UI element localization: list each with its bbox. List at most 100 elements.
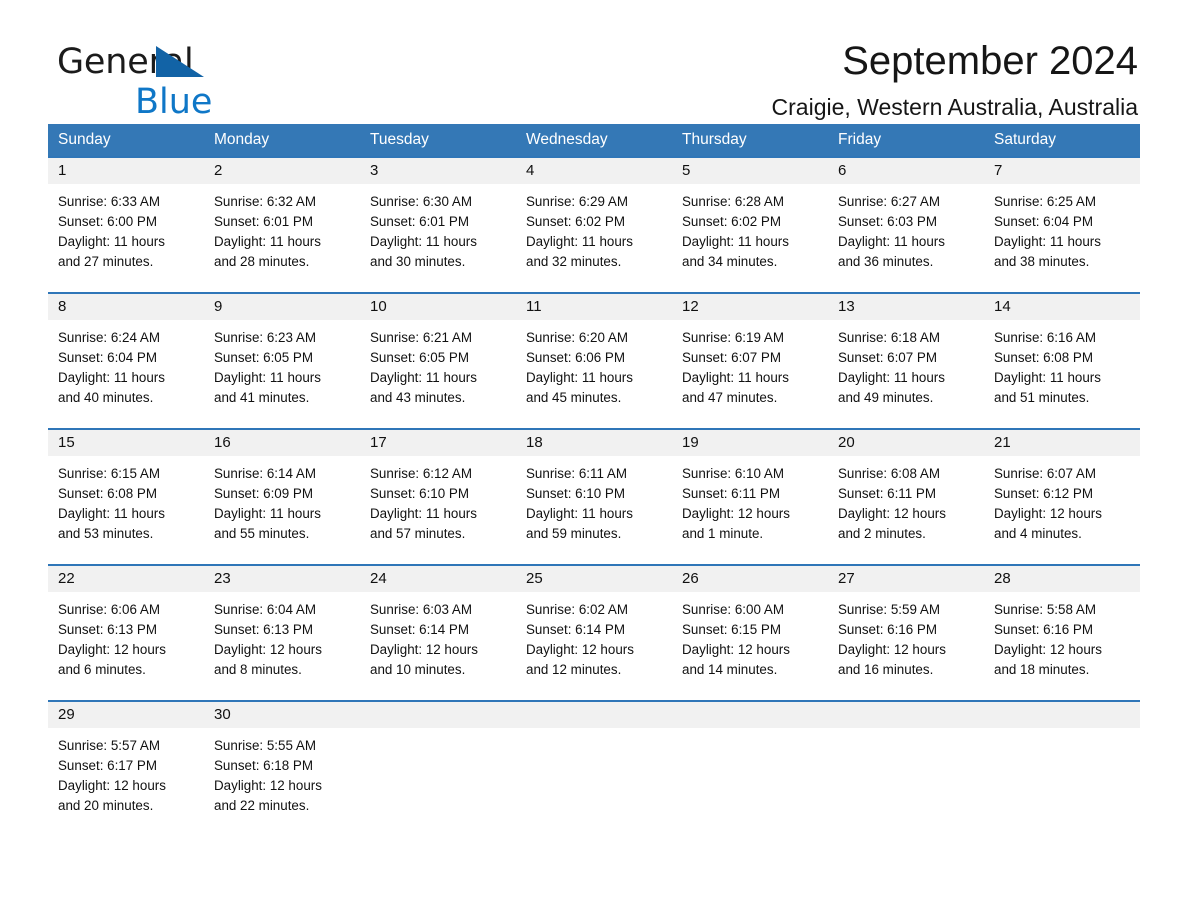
day-cell[interactable]: Sunrise: 6:07 AM Sunset: 6:12 PM Dayligh… [984, 456, 1140, 564]
weekday-header-saturday: Saturday [994, 131, 1057, 148]
daylight-text-line1: Daylight: 12 hours [994, 642, 1102, 657]
week-daynumber-band: 15 16 17 18 19 20 21 [48, 430, 1140, 456]
day-number[interactable]: 2 [204, 158, 360, 184]
sunrise-text: Sunrise: 6:10 AM [682, 466, 784, 481]
daylight-text-line1: Daylight: 11 hours [526, 234, 633, 249]
day-number[interactable]: 1 [48, 158, 204, 184]
daylight-text-line2: and 57 minutes. [370, 526, 466, 541]
day-cell[interactable]: Sunrise: 5:55 AM Sunset: 6:18 PM Dayligh… [204, 728, 360, 840]
day-number[interactable]: 28 [984, 566, 1140, 592]
day-number[interactable]: 7 [984, 158, 1140, 184]
day-cell[interactable]: Sunrise: 6:12 AM Sunset: 6:10 PM Dayligh… [360, 456, 516, 564]
generalblue-logo[interactable]: General Blue [57, 45, 267, 123]
daylight-text-line2: and 2 minutes. [838, 526, 926, 541]
daylight-text-line1: Daylight: 11 hours [994, 370, 1101, 385]
day-cell[interactable]: Sunrise: 6:16 AM Sunset: 6:08 PM Dayligh… [984, 320, 1140, 428]
sunrise-text: Sunrise: 6:07 AM [994, 466, 1096, 481]
week-row: 1 2 3 4 5 6 7 Sunrise: 6:33 AM Sunset: 6… [48, 156, 1140, 292]
weekday-header-sunday: Sunday [58, 131, 111, 148]
day-cell[interactable]: Sunrise: 6:10 AM Sunset: 6:11 PM Dayligh… [672, 456, 828, 564]
day-number[interactable]: 13 [828, 294, 984, 320]
day-number[interactable]: 15 [48, 430, 204, 456]
day-cell[interactable]: Sunrise: 6:33 AM Sunset: 6:00 PM Dayligh… [48, 184, 204, 292]
day-number[interactable]: 22 [48, 566, 204, 592]
sunrise-text: Sunrise: 6:29 AM [526, 194, 628, 209]
page-header: General Blue September 2024 Craigie, Wes… [48, 0, 1140, 120]
daylight-text-line1: Daylight: 11 hours [994, 234, 1101, 249]
weekday-header-wednesday: Wednesday [526, 131, 608, 148]
day-cell[interactable]: Sunrise: 6:24 AM Sunset: 6:04 PM Dayligh… [48, 320, 204, 428]
day-number[interactable]: 20 [828, 430, 984, 456]
day-number[interactable]: 6 [828, 158, 984, 184]
day-number[interactable]: 11 [516, 294, 672, 320]
day-cell[interactable]: Sunrise: 5:57 AM Sunset: 6:17 PM Dayligh… [48, 728, 204, 840]
day-cell[interactable]: Sunrise: 6:02 AM Sunset: 6:14 PM Dayligh… [516, 592, 672, 700]
day-number[interactable]: 24 [360, 566, 516, 592]
day-cell[interactable]: Sunrise: 6:25 AM Sunset: 6:04 PM Dayligh… [984, 184, 1140, 292]
week-detail-band: Sunrise: 6:33 AM Sunset: 6:00 PM Dayligh… [48, 184, 1140, 292]
logo-text-general: General [57, 45, 267, 83]
day-number[interactable]: 5 [672, 158, 828, 184]
day-number[interactable]: 10 [360, 294, 516, 320]
daylight-text-line2: and 1 minute. [682, 526, 764, 541]
day-number[interactable]: 25 [516, 566, 672, 592]
day-cell[interactable]: Sunrise: 6:08 AM Sunset: 6:11 PM Dayligh… [828, 456, 984, 564]
day-cell-empty [516, 728, 672, 840]
day-cell[interactable]: Sunrise: 6:28 AM Sunset: 6:02 PM Dayligh… [672, 184, 828, 292]
day-number[interactable]: 12 [672, 294, 828, 320]
day-cell[interactable]: Sunrise: 6:03 AM Sunset: 6:14 PM Dayligh… [360, 592, 516, 700]
day-cell[interactable]: Sunrise: 6:29 AM Sunset: 6:02 PM Dayligh… [516, 184, 672, 292]
day-number[interactable]: 23 [204, 566, 360, 592]
day-number[interactable]: 19 [672, 430, 828, 456]
day-number[interactable]: 18 [516, 430, 672, 456]
day-number[interactable]: 27 [828, 566, 984, 592]
day-cell[interactable]: Sunrise: 6:19 AM Sunset: 6:07 PM Dayligh… [672, 320, 828, 428]
sunrise-text: Sunrise: 6:20 AM [526, 330, 628, 345]
daylight-text-line1: Daylight: 11 hours [838, 234, 945, 249]
day-cell[interactable]: Sunrise: 6:27 AM Sunset: 6:03 PM Dayligh… [828, 184, 984, 292]
sunrise-text: Sunrise: 6:32 AM [214, 194, 316, 209]
day-cell[interactable]: Sunrise: 6:00 AM Sunset: 6:15 PM Dayligh… [672, 592, 828, 700]
week-row: 15 16 17 18 19 20 21 Sunrise: 6:15 AM Su… [48, 428, 1140, 564]
daylight-text-line1: Daylight: 11 hours [682, 234, 789, 249]
sunset-text: Sunset: 6:02 PM [682, 214, 781, 229]
day-number[interactable]: 14 [984, 294, 1140, 320]
daylight-text-line1: Daylight: 12 hours [838, 642, 946, 657]
day-cell[interactable]: Sunrise: 6:20 AM Sunset: 6:06 PM Dayligh… [516, 320, 672, 428]
day-cell[interactable]: Sunrise: 6:06 AM Sunset: 6:13 PM Dayligh… [48, 592, 204, 700]
day-number[interactable]: 29 [48, 702, 204, 728]
daylight-text-line2: and 18 minutes. [994, 662, 1090, 677]
day-cell[interactable]: Sunrise: 6:30 AM Sunset: 6:01 PM Dayligh… [360, 184, 516, 292]
day-number[interactable]: 17 [360, 430, 516, 456]
daylight-text-line1: Daylight: 11 hours [526, 370, 633, 385]
daylight-text-line1: Daylight: 11 hours [370, 370, 477, 385]
day-number[interactable]: 4 [516, 158, 672, 184]
day-number[interactable]: 21 [984, 430, 1140, 456]
logo-triangle-icon [156, 46, 204, 77]
day-number[interactable]: 26 [672, 566, 828, 592]
day-number[interactable]: 8 [48, 294, 204, 320]
sunrise-text: Sunrise: 6:16 AM [994, 330, 1096, 345]
day-cell[interactable]: Sunrise: 6:11 AM Sunset: 6:10 PM Dayligh… [516, 456, 672, 564]
sunset-text: Sunset: 6:16 PM [994, 622, 1093, 637]
daylight-text-line1: Daylight: 11 hours [58, 506, 165, 521]
day-cell[interactable]: Sunrise: 6:15 AM Sunset: 6:08 PM Dayligh… [48, 456, 204, 564]
day-cell[interactable]: Sunrise: 5:58 AM Sunset: 6:16 PM Dayligh… [984, 592, 1140, 700]
day-number-empty [516, 702, 672, 728]
daylight-text-line2: and 49 minutes. [838, 390, 934, 405]
day-cell[interactable]: Sunrise: 6:04 AM Sunset: 6:13 PM Dayligh… [204, 592, 360, 700]
day-cell[interactable]: Sunrise: 6:18 AM Sunset: 6:07 PM Dayligh… [828, 320, 984, 428]
sunset-text: Sunset: 6:17 PM [58, 758, 157, 773]
day-cell[interactable]: Sunrise: 6:21 AM Sunset: 6:05 PM Dayligh… [360, 320, 516, 428]
sunrise-text: Sunrise: 5:59 AM [838, 602, 940, 617]
daylight-text-line2: and 4 minutes. [994, 526, 1082, 541]
day-cell[interactable]: Sunrise: 5:59 AM Sunset: 6:16 PM Dayligh… [828, 592, 984, 700]
day-number[interactable]: 30 [204, 702, 360, 728]
day-cell[interactable]: Sunrise: 6:32 AM Sunset: 6:01 PM Dayligh… [204, 184, 360, 292]
day-cell[interactable]: Sunrise: 6:14 AM Sunset: 6:09 PM Dayligh… [204, 456, 360, 564]
sunrise-text: Sunrise: 6:14 AM [214, 466, 316, 481]
day-number[interactable]: 9 [204, 294, 360, 320]
day-number[interactable]: 3 [360, 158, 516, 184]
day-number[interactable]: 16 [204, 430, 360, 456]
day-cell[interactable]: Sunrise: 6:23 AM Sunset: 6:05 PM Dayligh… [204, 320, 360, 428]
